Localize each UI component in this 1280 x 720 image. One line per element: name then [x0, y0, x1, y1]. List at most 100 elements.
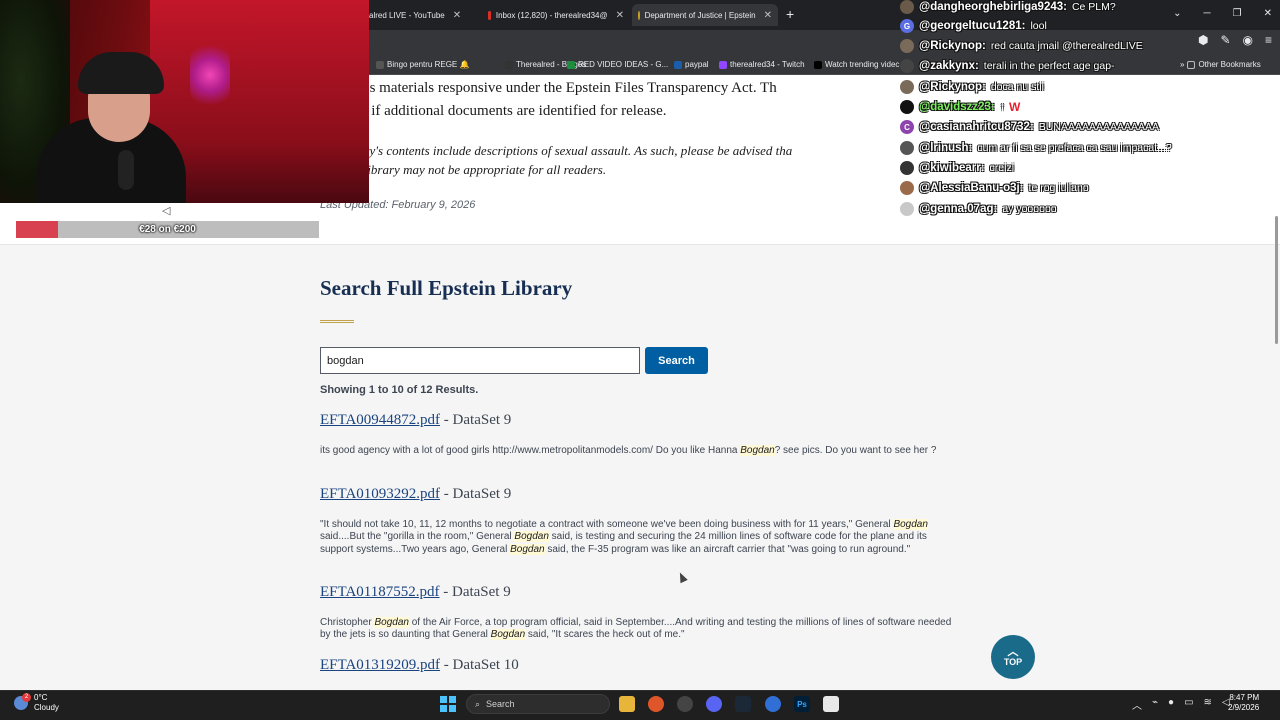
chevron-down-icon[interactable]: ⌄ — [1173, 8, 1181, 19]
result-heading: EFTA01187552.pdf - DataSet 9 — [320, 584, 960, 601]
chat-username: @AlessiaBanu-o3j: — [919, 182, 1024, 194]
chat-username: @lrinush: — [919, 142, 973, 154]
bookmark-item[interactable]: Bingo pentru REGE 🔔 — [376, 60, 469, 69]
close-tab-icon[interactable]: ✕ — [453, 10, 461, 21]
result-heading: EFTA01093292.pdf - DataSet 9 — [320, 486, 960, 503]
bookmark-item[interactable]: therealred34 - Twitch — [719, 60, 805, 69]
result-link[interactable]: EFTA01187552.pdf — [320, 584, 440, 600]
tab-youtube[interactable]: alred LIVE - YouTube ✕ — [369, 4, 477, 26]
bookmark-item[interactable]: Watch trending videc — [814, 60, 899, 69]
result-link[interactable]: EFTA01093292.pdf — [320, 486, 440, 502]
restore-icon[interactable]: ❐ — [1233, 8, 1242, 19]
bookmark-label: Watch trending videc — [825, 60, 900, 69]
window-controls: ⌄ ─ ❐ ✕ — [1173, 8, 1272, 19]
chat-username: @georgeltucu1281: — [919, 20, 1026, 32]
firefox-icon[interactable] — [648, 696, 664, 712]
search-term-highlight: Bogdan — [490, 629, 526, 641]
bookmark-item[interactable]: paypal — [674, 60, 709, 69]
photoshop-icon[interactable]: Ps — [794, 696, 810, 712]
capcut-icon[interactable] — [823, 696, 839, 712]
chat-text: creizi — [989, 162, 1015, 174]
tab-gmail[interactable]: Inbox (12,820) - therealred34@ ✕ — [488, 4, 624, 26]
wifi-icon[interactable]: ≋ — [1204, 697, 1212, 712]
weather-widget[interactable]: 2 0°C Cloudy — [14, 693, 59, 713]
search-term-highlight: Bogdan — [740, 445, 775, 456]
search-term-highlight: Bogdan — [514, 531, 549, 543]
result-link[interactable]: EFTA00944872.pdf — [320, 412, 440, 428]
search-input[interactable] — [320, 347, 640, 374]
result-dataset: - DataSet 9 — [440, 412, 512, 428]
chat-avatar — [900, 141, 914, 155]
search-button[interactable]: Search — [645, 347, 708, 374]
chat-message: C @casianahritcu8732: BUNAAAAAAAAAAAAAA — [900, 120, 1159, 134]
back-to-top-label: TOP — [1003, 657, 1023, 667]
chat-badge: W — [1009, 100, 1021, 114]
chat-text: Ce PLM? — [1071, 1, 1116, 13]
network-icon[interactable]: ⌁ — [1152, 697, 1158, 712]
windows-taskbar — [0, 690, 1280, 720]
display-icon[interactable]: ▭ — [1184, 697, 1193, 712]
chat-username: @zakkynx: — [919, 60, 979, 72]
extension-icon[interactable]: ◉ — [1243, 33, 1253, 47]
page-scrollbar[interactable] — [1275, 216, 1278, 344]
intro-text-line: updated if additional documents are iden… — [320, 103, 667, 119]
bookmark-icon — [376, 60, 384, 69]
taskbar-search[interactable]: ⌕ Search — [466, 694, 610, 714]
chat-text: ay yoooooo — [1002, 203, 1057, 215]
browser-icon[interactable] — [765, 696, 781, 712]
taskbar-clock[interactable]: 8:47 PM 2/9/2026 — [1228, 693, 1259, 713]
tab-doj-epstein[interactable]: Department of Justice | Epstein ✕ — [632, 4, 778, 26]
result-link[interactable]: EFTA01319209.pdf — [320, 657, 440, 673]
gmail-icon — [488, 10, 491, 20]
close-tab-icon[interactable]: ✕ — [616, 10, 624, 21]
snippet-text: said, the F-35 program was like an aircr… — [544, 543, 911, 555]
chevron-up-icon[interactable]: ︿ — [1132, 697, 1142, 712]
chevron-up-icon: ︿ — [1007, 646, 1019, 658]
extension-icon[interactable]: ⬢ — [1198, 33, 1208, 47]
microphone-icon[interactable]: ● — [1168, 697, 1174, 712]
chat-text: terali in the perfect age gap- — [983, 60, 1115, 72]
chat-avatar — [900, 80, 914, 94]
new-tab-button[interactable]: + — [786, 6, 794, 22]
chat-avatar — [900, 59, 914, 73]
back-to-top-button[interactable]: ︿ TOP — [991, 635, 1035, 679]
chat-text: doca nu stii — [990, 81, 1044, 93]
chat-message: G @georgeltucu1281: lool — [900, 19, 1047, 33]
clock-date: 2/9/2026 — [1228, 703, 1260, 712]
snippet-text: "It should not take 10, 11, 12 months to… — [320, 519, 894, 530]
tab-label: alred LIVE - YouTube — [369, 10, 445, 20]
windows-start-icon[interactable] — [440, 696, 456, 712]
weather-description: Cloudy — [34, 703, 59, 712]
chat-message: @AlessiaBanu-o3j: te rog iuliano — [900, 181, 1089, 195]
discord-icon[interactable] — [706, 696, 722, 712]
snippet-text: its good agency with a lot of good girls… — [320, 445, 741, 456]
search-section-title: Search Full Epstein Library — [320, 276, 573, 300]
close-window-icon[interactable]: ✕ — [1264, 8, 1272, 19]
bookmark-label: Bingo pentru REGE 🔔 — [387, 60, 470, 69]
bookmark-item[interactable]: RED VIDEO IDEAS - G... — [567, 60, 668, 69]
webcam-overlay — [0, 0, 369, 203]
minimize-icon[interactable]: ─ — [1204, 8, 1211, 19]
tab-label: Inbox (12,820) - therealred34@ — [495, 10, 608, 20]
chat-avatar: G — [900, 19, 914, 33]
search-term-highlight: Bogdan — [510, 543, 545, 555]
chat-avatar — [900, 0, 914, 14]
intro-text-line: te houses materials responsive under the… — [320, 80, 777, 96]
menu-icon[interactable]: ≡ — [1265, 33, 1272, 47]
file-explorer-icon[interactable] — [619, 696, 635, 712]
result-item: EFTA01093292.pdf - DataSet 9 "It should … — [320, 486, 960, 556]
bookmarks-overflow[interactable]: » Other Bookmarks — [1180, 60, 1261, 69]
obs-icon[interactable] — [677, 696, 693, 712]
snippet-text: said....But the "gorilla in the room," G… — [320, 531, 515, 543]
clock-time: 8:47 PM — [1229, 693, 1260, 702]
steam-icon[interactable] — [735, 696, 751, 712]
close-tab-icon[interactable]: ✕ — [764, 10, 772, 21]
snippet-text: Christopher — [320, 617, 375, 628]
donation-goal-icon: ◁ — [162, 205, 171, 217]
content-warning-line: the library's contents include descripti… — [320, 143, 793, 158]
chat-message: @davidszz23: ↑ W — [900, 100, 1020, 114]
result-snippet: "It should not take 10, 11, 12 months to… — [320, 519, 960, 556]
extension-icon[interactable]: ✎ — [1220, 33, 1230, 47]
chat-username: @Rickynop: — [919, 40, 986, 52]
chat-message: @genna.07ag: ay yoooooo — [900, 202, 1057, 216]
